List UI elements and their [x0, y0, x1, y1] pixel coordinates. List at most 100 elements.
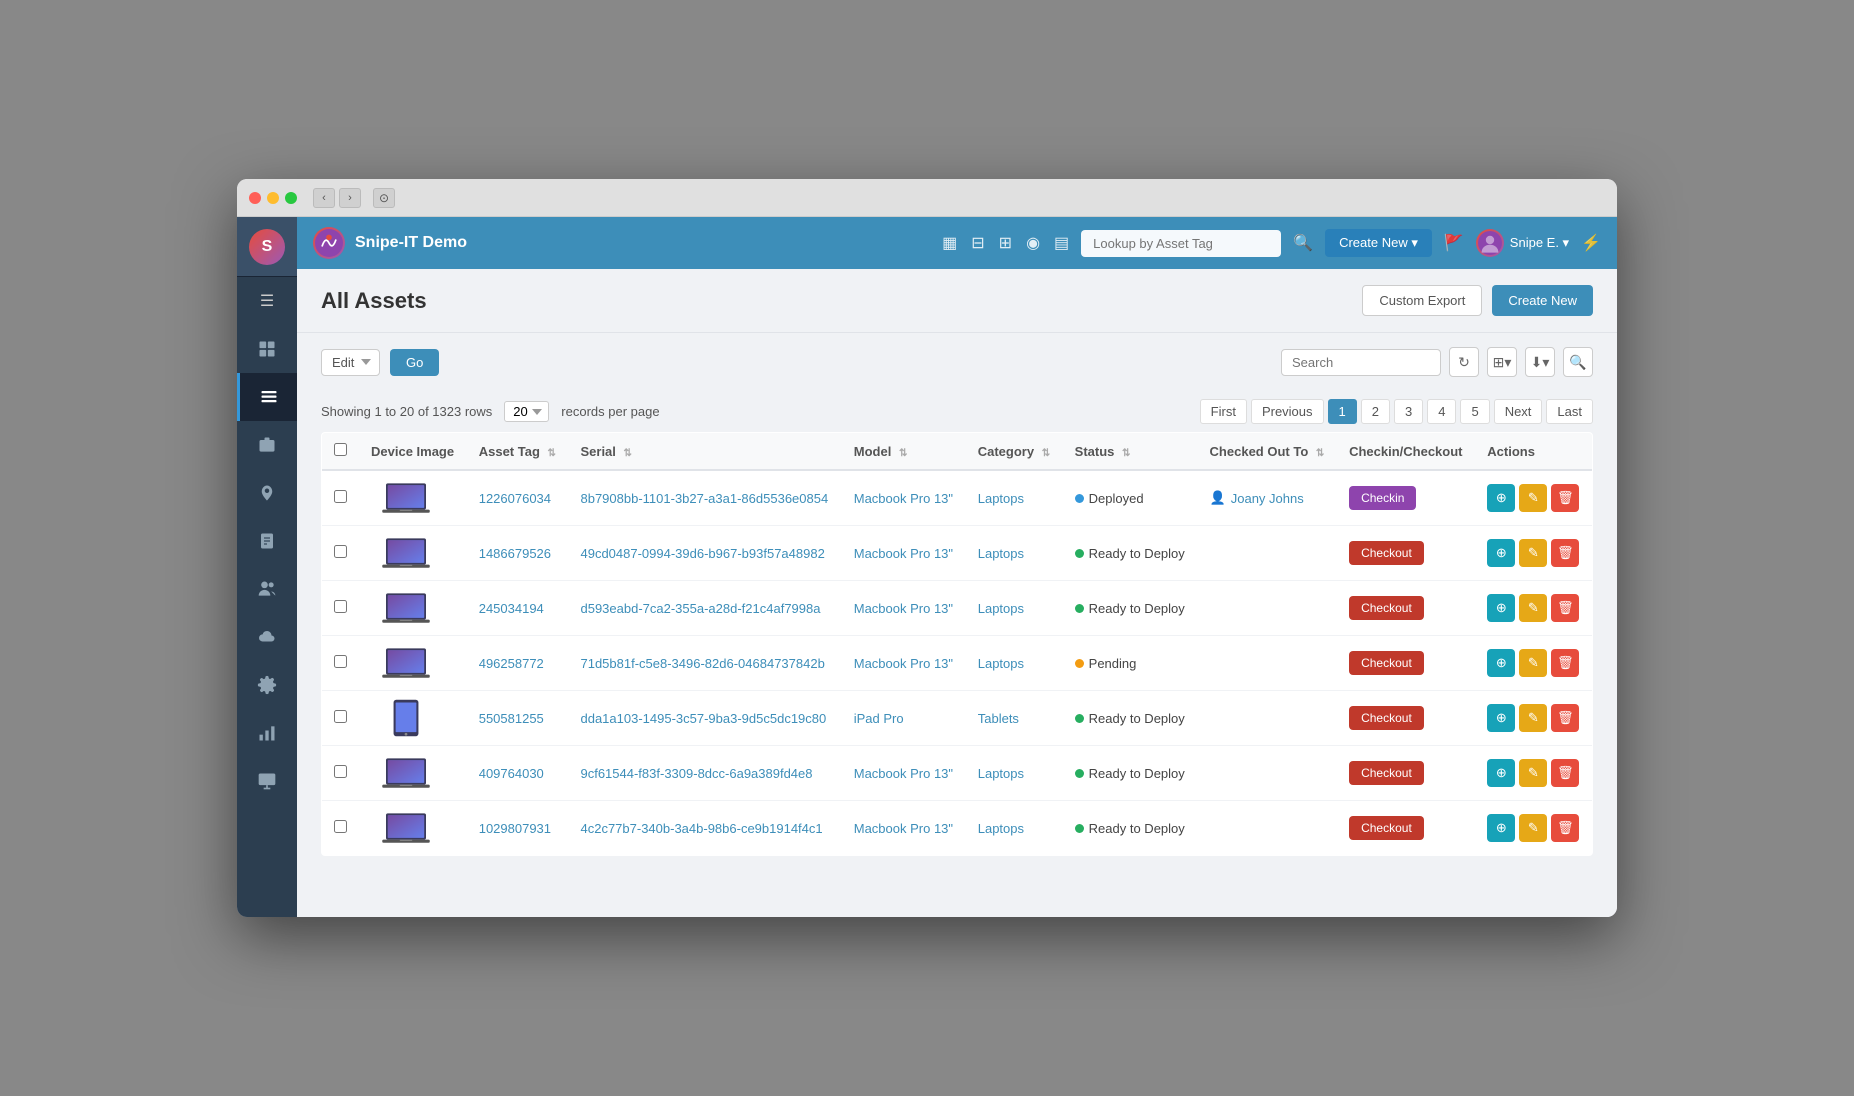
delete-button[interactable]: 🗑 [1551, 594, 1579, 622]
row-checkbox[interactable] [334, 820, 347, 833]
category-link[interactable]: Laptops [978, 601, 1024, 616]
model-link[interactable]: Macbook Pro 13" [854, 601, 953, 616]
serial-link[interactable]: 4c2c77b7-340b-3a4b-98b6-ce9b1914f4c1 [580, 821, 822, 836]
delete-button[interactable]: 🗑 [1551, 704, 1579, 732]
sidebar-item-consumables[interactable] [237, 469, 297, 517]
model-link[interactable]: Macbook Pro 13" [854, 656, 953, 671]
checked-out-to-link[interactable]: 👤Joany Johns [1210, 490, 1326, 506]
minimize-button[interactable] [267, 192, 279, 204]
serial-link[interactable]: 71d5b81f-c5e8-3496-82d6-04684737842b [580, 656, 824, 671]
category-link[interactable]: Laptops [978, 821, 1024, 836]
checkout-button[interactable]: Checkout [1349, 761, 1424, 785]
serial-link[interactable]: 8b7908bb-1101-3b27-a3a1-86d5536e0854 [580, 491, 828, 506]
search-toggle-button[interactable]: 🔍 [1563, 347, 1593, 377]
sidebar-item-users[interactable] [237, 565, 297, 613]
close-button[interactable] [249, 192, 261, 204]
row-checkbox[interactable] [334, 655, 347, 668]
sidebar-item-accessories[interactable] [237, 421, 297, 469]
column-toggle-button[interactable]: ⊞▾ [1487, 347, 1517, 377]
back-button[interactable]: ‹ [313, 188, 335, 208]
category-link[interactable]: Laptops [978, 656, 1024, 671]
edit-button[interactable]: ✎ [1519, 484, 1547, 512]
export-button[interactable]: ⬇▾ [1525, 347, 1555, 377]
checkout-button[interactable]: Checkout [1349, 596, 1424, 620]
category-link[interactable]: Tablets [978, 711, 1019, 726]
edit-button[interactable]: ✎ [1519, 759, 1547, 787]
col-checked-out-to[interactable]: Checked Out To ⇅ [1198, 433, 1338, 471]
per-page-select[interactable]: 20 [504, 401, 549, 422]
checkout-button[interactable]: Checkout [1349, 816, 1424, 840]
col-serial[interactable]: Serial ⇅ [568, 433, 841, 471]
pagination-next[interactable]: Next [1494, 399, 1543, 424]
col-status[interactable]: Status ⇅ [1063, 433, 1198, 471]
model-link[interactable]: Macbook Pro 13" [854, 491, 953, 506]
clone-button[interactable]: ⊕ [1487, 484, 1515, 512]
clone-button[interactable]: ⊕ [1487, 814, 1515, 842]
clone-button[interactable]: ⊕ [1487, 539, 1515, 567]
maximize-button[interactable] [285, 192, 297, 204]
serial-link[interactable]: 49cd0487-0994-39d6-b967-b93f57a48982 [580, 546, 824, 561]
delete-button[interactable]: 🗑 [1551, 759, 1579, 787]
nav-icon-drop[interactable]: ◉ [1026, 233, 1040, 253]
edit-button[interactable]: ✎ [1519, 594, 1547, 622]
pagination-last[interactable]: Last [1546, 399, 1593, 424]
navbar-create-new-button[interactable]: Create New ▾ [1325, 229, 1432, 257]
navbar-flag-icon[interactable]: 🚩 [1444, 233, 1464, 253]
category-link[interactable]: Laptops [978, 766, 1024, 781]
asset-tag-link[interactable]: 409764030 [479, 766, 544, 781]
edit-button[interactable]: ✎ [1519, 814, 1547, 842]
serial-link[interactable]: dda1a103-1495-3c57-9ba3-9d5c5dc19c80 [580, 711, 826, 726]
pagination-page-1[interactable]: 1 [1328, 399, 1357, 424]
serial-link[interactable]: 9cf61544-f83f-3309-8dcc-6a9a389fd4e8 [580, 766, 812, 781]
sidebar-item-cloud[interactable] [237, 613, 297, 661]
pagination-page-4[interactable]: 4 [1427, 399, 1456, 424]
clone-button[interactable]: ⊕ [1487, 759, 1515, 787]
sidebar-item-menu[interactable]: ☰ [237, 277, 297, 325]
forward-button[interactable]: › [339, 188, 361, 208]
pagination-page-5[interactable]: 5 [1460, 399, 1489, 424]
checkout-button[interactable]: Checkout [1349, 706, 1424, 730]
nav-icon-barcode[interactable]: ⊟ [971, 233, 984, 253]
checkin-button[interactable]: Checkin [1349, 486, 1416, 510]
serial-link[interactable]: d593eabd-7ca2-355a-a28d-f21c4af7998a [580, 601, 820, 616]
asset-tag-link[interactable]: 1029807931 [479, 821, 551, 836]
clone-button[interactable]: ⊕ [1487, 704, 1515, 732]
pagination-page-3[interactable]: 3 [1394, 399, 1423, 424]
sidebar-item-assets[interactable] [237, 373, 297, 421]
delete-button[interactable]: 🗑 [1551, 539, 1579, 567]
model-link[interactable]: Macbook Pro 13" [854, 821, 953, 836]
nav-icon-display[interactable]: ⊞ [999, 233, 1012, 253]
row-checkbox[interactable] [334, 710, 347, 723]
pagination-previous[interactable]: Previous [1251, 399, 1324, 424]
col-category[interactable]: Category ⇅ [966, 433, 1063, 471]
navbar-user-menu[interactable]: Snipe E. ▾ [1476, 229, 1569, 257]
custom-export-button[interactable]: Custom Export [1362, 285, 1482, 316]
create-new-button[interactable]: Create New [1492, 285, 1593, 316]
table-search-input[interactable] [1281, 349, 1441, 376]
sidebar-item-licenses[interactable] [237, 517, 297, 565]
delete-button[interactable]: 🗑 [1551, 649, 1579, 677]
clone-button[interactable]: ⊕ [1487, 594, 1515, 622]
go-button[interactable]: Go [390, 349, 439, 376]
nav-icon-print[interactable]: ▤ [1054, 233, 1069, 253]
category-link[interactable]: Laptops [978, 491, 1024, 506]
model-link[interactable]: Macbook Pro 13" [854, 766, 953, 781]
asset-tag-link[interactable]: 1486679526 [479, 546, 551, 561]
clone-button[interactable]: ⊕ [1487, 649, 1515, 677]
pagination-page-2[interactable]: 2 [1361, 399, 1390, 424]
delete-button[interactable]: 🗑 [1551, 814, 1579, 842]
category-link[interactable]: Laptops [978, 546, 1024, 561]
sidebar-item-reports[interactable] [237, 709, 297, 757]
model-link[interactable]: Macbook Pro 13" [854, 546, 953, 561]
edit-button[interactable]: ✎ [1519, 704, 1547, 732]
asset-tag-link[interactable]: 550581255 [479, 711, 544, 726]
nav-icon-grid[interactable]: ▦ [942, 233, 957, 253]
sidebar-item-monitor[interactable] [237, 757, 297, 805]
checkout-button[interactable]: Checkout [1349, 651, 1424, 675]
row-checkbox[interactable] [334, 600, 347, 613]
download-button[interactable]: ⊙ [373, 188, 395, 208]
col-asset-tag[interactable]: Asset Tag ⇅ [467, 433, 569, 471]
row-checkbox[interactable] [334, 490, 347, 503]
col-model[interactable]: Model ⇅ [842, 433, 966, 471]
refresh-button[interactable]: ↻ [1449, 347, 1479, 377]
